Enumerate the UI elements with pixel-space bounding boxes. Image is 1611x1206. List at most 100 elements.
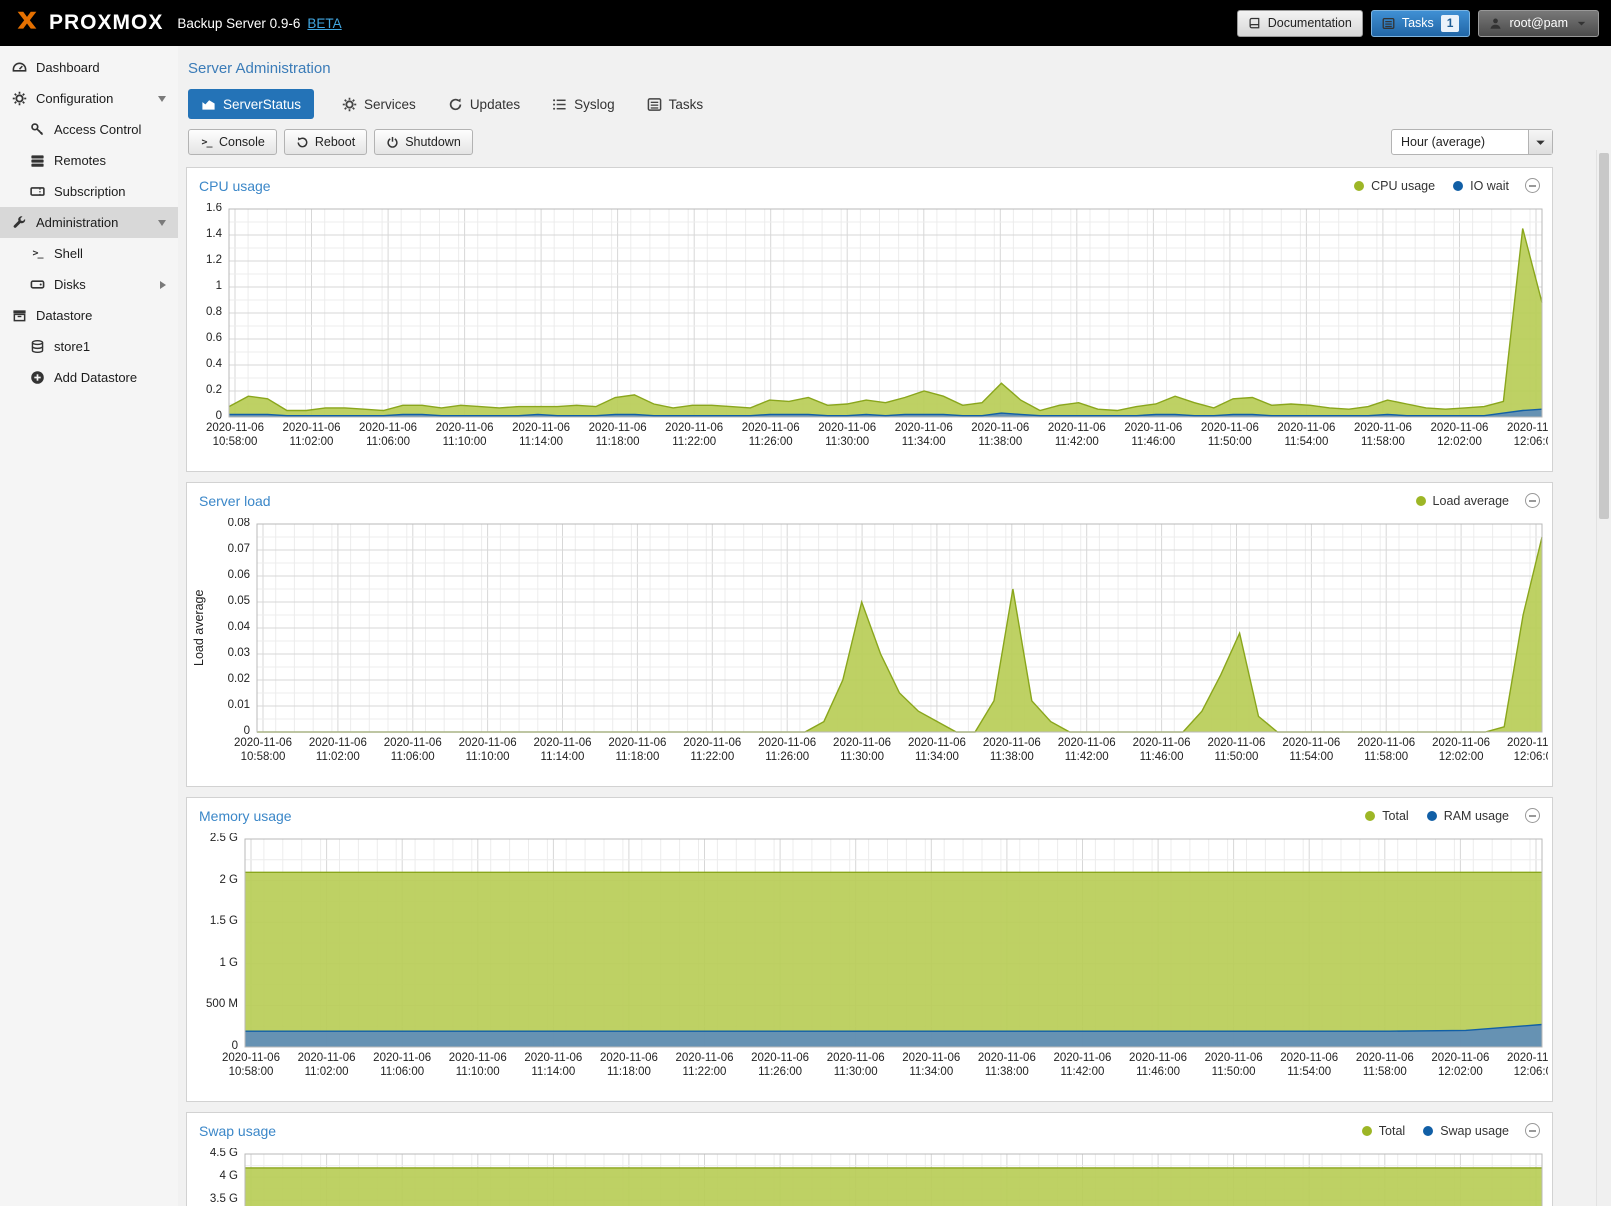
y-tick-label: 3.5 G [191,1193,238,1205]
sidebar-item-shell[interactable]: >_ Shell [0,238,178,269]
chart-legend: Total Swap usage [1362,1124,1509,1138]
chart-plot [191,833,1548,1048]
collapse-icon[interactable] [1525,1123,1540,1138]
memory-usage-chart: 0500 M1 G1.5 G2 G2.5 G2020-11-0610:58:00… [191,833,1548,1099]
gear-icon [12,91,27,106]
tree-collapsed-icon[interactable] [160,281,166,289]
user-menu-button[interactable]: root@pam [1478,10,1599,37]
ticket-icon [30,184,45,199]
sidebar-item-add-datastore[interactable]: Add Datastore [0,362,178,393]
sidebar-item-configuration[interactable]: Configuration [0,83,178,114]
sidebar-item-label: Remotes [54,153,106,168]
y-tick-label: 0.6 [191,332,222,344]
sidebar-item-label: Disks [54,277,86,292]
sidebar-item-remotes[interactable]: Remotes [0,145,178,176]
server-load-panel: Server load Load average 00.010.020.030.… [186,482,1553,787]
collapse-icon[interactable] [1525,493,1540,508]
book-icon [1248,17,1261,30]
shutdown-button[interactable]: Shutdown [374,129,473,155]
collapse-icon[interactable] [1525,178,1540,193]
gears-icon [342,97,357,112]
reboot-icon [296,136,309,149]
sidebar-item-access-control[interactable]: Access Control [0,114,178,145]
console-button[interactable]: >_ Console [188,129,277,155]
brand-name: PROXMOX [49,11,163,35]
key-icon [30,122,45,137]
chart-plot [191,203,1548,418]
legend-item-ram-usage[interactable]: RAM usage [1427,809,1509,823]
sidebar-item-label: Dashboard [36,60,100,75]
power-icon [386,136,399,149]
sidebar-item-subscription[interactable]: Subscription [0,176,178,207]
tasks-label: Tasks [1402,16,1434,30]
combo-trigger[interactable] [1528,130,1552,154]
documentation-button[interactable]: Documentation [1237,10,1363,37]
x-tick-label: 2020-11-0612:06:00 [1491,736,1548,764]
legend-item-total[interactable]: Total [1362,1124,1405,1138]
collapse-icon[interactable] [1525,808,1540,823]
tab-label: Updates [470,97,520,112]
legend-label: Total [1382,809,1408,823]
y-tick-label: 2.5 G [191,833,238,844]
sidebar-item-administration[interactable]: Administration [0,207,178,238]
sidebar-item-datastore[interactable]: Datastore [0,300,178,331]
refresh-icon [448,97,463,112]
tab-services[interactable]: Services [338,89,420,119]
database-icon [30,339,45,354]
vertical-scrollbar[interactable] [1596,150,1611,1206]
list-alt-icon [647,97,662,112]
legend-dot [1416,496,1426,506]
legend-item-total[interactable]: Total [1365,809,1408,823]
sidebar-item-dashboard[interactable]: Dashboard [0,52,178,83]
chevron-down-icon [1533,135,1548,150]
status-toolbar: >_ Console Reboot Shutdown Hour (average… [188,129,1553,155]
legend-item-cpu-usage[interactable]: CPU usage [1354,179,1435,193]
y-tick-label: 1.5 G [191,915,238,927]
legend-dot [1365,811,1375,821]
plus-circle-icon [30,370,45,385]
hdd-icon [30,277,45,292]
tab-serverstatus[interactable]: ServerStatus [188,89,314,119]
legend-item-io-wait[interactable]: IO wait [1453,179,1509,193]
documentation-label: Documentation [1268,16,1352,30]
tab-tasks[interactable]: Tasks [643,89,708,119]
shutdown-label: Shutdown [405,135,461,149]
sidebar-item-label: Add Datastore [54,370,137,385]
archive-icon [12,308,27,323]
sidebar-item-label: Access Control [54,122,141,137]
tab-label: ServerStatus [223,97,301,112]
app-header: PROXMOX Backup Server 0.9-6 BETA Documen… [0,0,1611,46]
chart-plot [191,1148,1548,1206]
panel-title: Swap usage [199,1123,276,1139]
legend-item-load-average[interactable]: Load average [1416,494,1509,508]
tasks-button[interactable]: Tasks 1 [1371,10,1471,37]
y-tick-label: 0.8 [191,306,222,318]
cpu-usage-chart: 00.20.40.60.811.21.41.62020-11-0610:58:0… [191,203,1548,469]
wrench-icon [12,215,27,230]
tab-updates[interactable]: Updates [444,89,524,119]
beta-link[interactable]: BETA [307,16,341,31]
sidebar-item-disks[interactable]: Disks [0,269,178,300]
chart-legend: Load average [1416,494,1509,508]
scrollbar-thumb[interactable] [1599,153,1609,519]
y-tick-label: 1 [191,280,222,292]
tree-expanded-icon[interactable] [158,96,166,102]
legend-dot [1427,811,1437,821]
sidebar-item-label: Shell [54,246,83,261]
legend-label: CPU usage [1371,179,1435,193]
sidebar-item-label: Administration [36,215,118,230]
y-tick-label: 0.2 [191,384,222,396]
tab-syslog[interactable]: Syslog [548,89,619,119]
y-tick-label: 0.4 [191,358,222,370]
sidebar-item-label: Datastore [36,308,92,323]
timeframe-select[interactable]: Hour (average) [1391,129,1553,155]
legend-label: RAM usage [1444,809,1509,823]
sidebar-item-label: store1 [54,339,90,354]
reboot-button[interactable]: Reboot [284,129,367,155]
sidebar-item-store1[interactable]: store1 [0,331,178,362]
tree-expanded-icon[interactable] [158,220,166,226]
y-tick-label: 1.4 [191,228,222,240]
legend-item-swap-usage[interactable]: Swap usage [1423,1124,1509,1138]
terminal-icon: >_ [30,246,45,261]
server-load-chart: 00.010.020.030.040.050.060.070.082020-11… [191,518,1548,784]
